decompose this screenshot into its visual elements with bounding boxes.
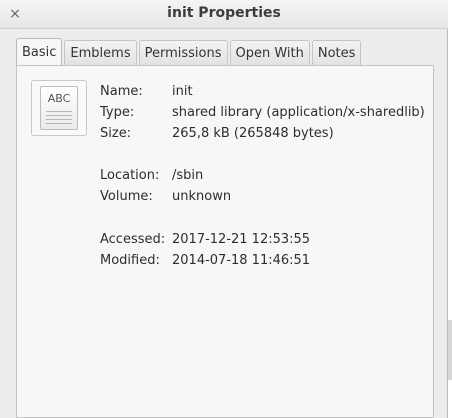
size-label: Size: xyxy=(100,126,132,141)
tab-notes[interactable]: Notes xyxy=(311,40,362,65)
name-value[interactable]: init xyxy=(172,84,193,99)
accessed-label: Accessed: xyxy=(100,232,166,247)
background-scrollbar[interactable] xyxy=(448,320,452,380)
modified-value: 2014-07-18 11:46:51 xyxy=(172,253,311,268)
type-value: shared library (application/x-sharedlib) xyxy=(172,105,425,120)
type-label: Type: xyxy=(100,105,135,120)
modified-label: Modified: xyxy=(100,253,160,268)
name-label: Name: xyxy=(100,84,143,99)
accessed-value: 2017-12-21 12:53:55 xyxy=(172,232,311,247)
properties-window: × init Properties Basic Emblems Permissi… xyxy=(0,0,448,418)
window-title: init Properties xyxy=(167,5,281,21)
tab-bar: Basic Emblems Permissions Open With Note… xyxy=(16,38,363,65)
document-line xyxy=(46,119,72,120)
document-icon-text: ABC xyxy=(47,92,71,105)
file-icon-button[interactable]: ABC xyxy=(31,80,87,136)
document-line xyxy=(46,115,72,116)
document-line xyxy=(46,111,72,112)
tab-open-with[interactable]: Open With xyxy=(229,40,310,65)
document-line xyxy=(46,123,72,124)
volume-label: Volume: xyxy=(100,189,153,204)
tab-permissions[interactable]: Permissions xyxy=(138,40,228,65)
tab-basic[interactable]: Basic xyxy=(16,38,63,65)
location-value: /sbin xyxy=(172,168,204,183)
title-bar[interactable]: × init Properties xyxy=(0,0,448,29)
tab-emblems[interactable]: Emblems xyxy=(64,40,137,65)
volume-value: unknown xyxy=(172,189,232,204)
location-label: Location: xyxy=(100,168,160,183)
size-value: 265,8 kB (265848 bytes) xyxy=(172,126,334,141)
text-document-icon: ABC xyxy=(40,86,78,130)
